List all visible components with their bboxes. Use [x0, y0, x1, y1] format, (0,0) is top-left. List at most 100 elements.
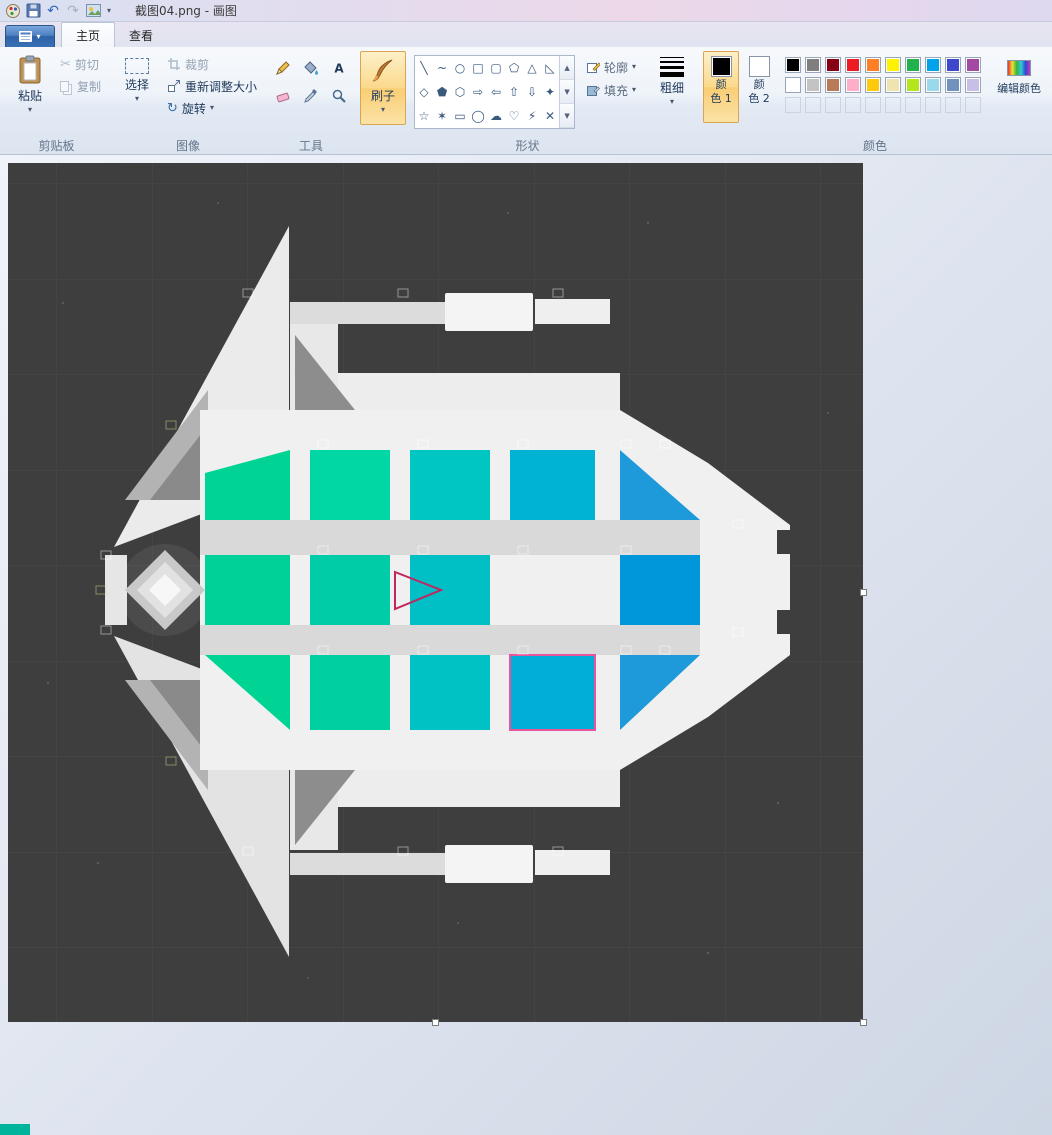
palette-swatch[interactable]	[945, 77, 962, 93]
shape-rectangle-icon[interactable]: □	[469, 56, 487, 80]
palette-swatch[interactable]	[965, 77, 982, 93]
text-tool-button[interactable]: A	[326, 55, 352, 81]
shape-cloud-callout-icon[interactable]: ☁	[487, 104, 505, 128]
fill-tool-button[interactable]	[298, 55, 324, 81]
tab-home[interactable]: 主页	[61, 22, 116, 47]
palette-swatch[interactable]	[885, 57, 902, 73]
shapes-more-button[interactable]: ▼	[560, 104, 575, 128]
shape-lightning-icon[interactable]: ⚡	[523, 104, 541, 128]
chevron-down-icon: ▾	[36, 31, 41, 41]
canvas-resize-handle-bottom[interactable]	[431, 1019, 439, 1026]
customize-quick-access-button[interactable]: ▾	[103, 2, 123, 20]
shape-four-point-star-icon[interactable]: ✦	[541, 80, 559, 104]
palette-swatch[interactable]	[905, 77, 922, 93]
shape-diamond-icon[interactable]: ◇	[415, 80, 433, 104]
shapes-scroll-up-button[interactable]: ▲	[560, 56, 575, 80]
edit-colors-button[interactable]: 编辑颜色	[991, 51, 1047, 117]
shape-hexagon-icon[interactable]: ⬡	[451, 80, 469, 104]
fill-bucket-icon	[304, 61, 319, 75]
shape-right-arrow-icon[interactable]: ⇨	[469, 80, 487, 104]
paste-button[interactable]: 粘贴 ▾	[7, 51, 53, 125]
shape-oval-callout-icon[interactable]: ◯	[469, 104, 487, 128]
resize-button[interactable]: 重新调整大小	[162, 75, 262, 97]
palette-swatch[interactable]	[845, 57, 862, 73]
palette-swatch-empty[interactable]	[805, 97, 822, 113]
palette-swatch[interactable]	[865, 77, 882, 93]
save-button[interactable]	[23, 2, 43, 20]
magnifier-tool-button[interactable]	[326, 83, 352, 109]
brushes-label: 刷子	[371, 89, 396, 103]
shape-line-icon[interactable]: ╲	[415, 56, 433, 80]
palette-swatch-empty[interactable]	[845, 97, 862, 113]
palette-swatch[interactable]	[905, 57, 922, 73]
tools-group-label: 工具	[299, 139, 324, 153]
palette-swatch[interactable]	[805, 77, 822, 93]
cut-button[interactable]: ✂ 剪切	[55, 53, 106, 75]
copy-button[interactable]: 复制	[55, 75, 106, 97]
palette-swatch[interactable]	[925, 77, 942, 93]
shape-polygon-icon[interactable]: ⬠	[505, 56, 523, 80]
shape-five-point-star-icon[interactable]: ☆	[415, 104, 433, 128]
palette-swatch-empty[interactable]	[945, 97, 962, 113]
shape-ellipse-icon[interactable]: ○	[451, 56, 469, 80]
palette-swatch[interactable]	[925, 57, 942, 73]
color-picker-tool-button[interactable]	[298, 83, 324, 109]
palette-swatch-empty[interactable]	[965, 97, 982, 113]
rotate-label: 旋转	[181, 101, 206, 116]
palette-swatch[interactable]	[805, 57, 822, 73]
line-thickness-icon	[660, 55, 685, 77]
palette-swatch[interactable]	[785, 77, 802, 93]
select-label: 选择	[125, 78, 150, 92]
palette-swatch[interactable]	[845, 77, 862, 93]
eraser-tool-button[interactable]	[270, 83, 296, 109]
size-button[interactable]: 粗细 ▾	[649, 51, 695, 125]
palette-swatch[interactable]	[785, 57, 802, 73]
palette-swatch-empty[interactable]	[905, 97, 922, 113]
chevron-down-icon: ▾	[135, 94, 140, 103]
canvas-resize-handle-corner[interactable]	[860, 1019, 867, 1026]
shape-pentagon-icon[interactable]: ⬟	[433, 80, 451, 104]
palette-swatch[interactable]	[945, 57, 962, 73]
palette-swatch-empty[interactable]	[785, 97, 802, 113]
pencil-tool-button[interactable]	[270, 55, 296, 81]
shape-down-arrow-icon[interactable]: ⇩	[523, 80, 541, 104]
tab-view[interactable]: 查看	[115, 23, 167, 47]
application-menu-button[interactable]: ▾	[5, 25, 55, 47]
brushes-group-spacer	[360, 138, 406, 154]
palette-swatch-empty[interactable]	[885, 97, 902, 113]
palette-swatch-empty[interactable]	[825, 97, 842, 113]
select-button[interactable]: 选择 ▾	[114, 51, 160, 125]
shape-heart-icon[interactable]: ♡	[505, 104, 523, 128]
palette-swatch[interactable]	[825, 77, 842, 93]
shapes-scroll-down-button[interactable]: ▼	[560, 80, 575, 104]
quick-access-extra-button[interactable]	[83, 2, 103, 20]
shape-curve-icon[interactable]: ~	[433, 56, 451, 80]
shape-six-point-star-icon[interactable]: ✶	[433, 104, 451, 128]
palette-swatch[interactable]	[885, 77, 902, 93]
crop-button[interactable]: 裁剪	[162, 53, 262, 75]
shape-triangle-icon[interactable]: △	[523, 56, 541, 80]
shape-fill-button[interactable]: 填充 ▾	[581, 79, 641, 101]
rotate-button[interactable]: ↻ 旋转 ▾	[162, 97, 262, 119]
image-group: 选择 ▾ 裁剪 重新调整大小 ↻ 旋转 ▾ 图像	[111, 49, 265, 154]
shape-right-triangle-icon[interactable]: ◺	[541, 56, 559, 80]
shape-rounded-rectangle-icon[interactable]: ▢	[487, 56, 505, 80]
canvas-artwork	[8, 163, 863, 1022]
canvas-resize-handle-right[interactable]	[860, 588, 867, 596]
shape-up-arrow-icon[interactable]: ⇧	[505, 80, 523, 104]
palette-swatch-empty[interactable]	[865, 97, 882, 113]
palette-swatch[interactable]	[965, 57, 982, 73]
palette-swatch[interactable]	[825, 57, 842, 73]
color1-button[interactable]: 颜 色 1	[703, 51, 740, 123]
shape-left-arrow-icon[interactable]: ⇦	[487, 80, 505, 104]
drawing-canvas[interactable]	[8, 163, 867, 1026]
shape-cross-icon[interactable]: ✕	[541, 104, 559, 128]
color2-button[interactable]: 颜 色 2	[741, 51, 777, 123]
palette-swatch[interactable]	[865, 57, 882, 73]
shape-outline-button[interactable]: 轮廓 ▾	[581, 56, 641, 78]
redo-button[interactable]: ↷	[63, 2, 83, 20]
shape-rectangular-callout-icon[interactable]: ▭	[451, 104, 469, 128]
undo-button[interactable]: ↶	[43, 2, 63, 20]
palette-swatch-empty[interactable]	[925, 97, 942, 113]
brushes-button[interactable]: 刷子 ▾	[360, 51, 407, 125]
